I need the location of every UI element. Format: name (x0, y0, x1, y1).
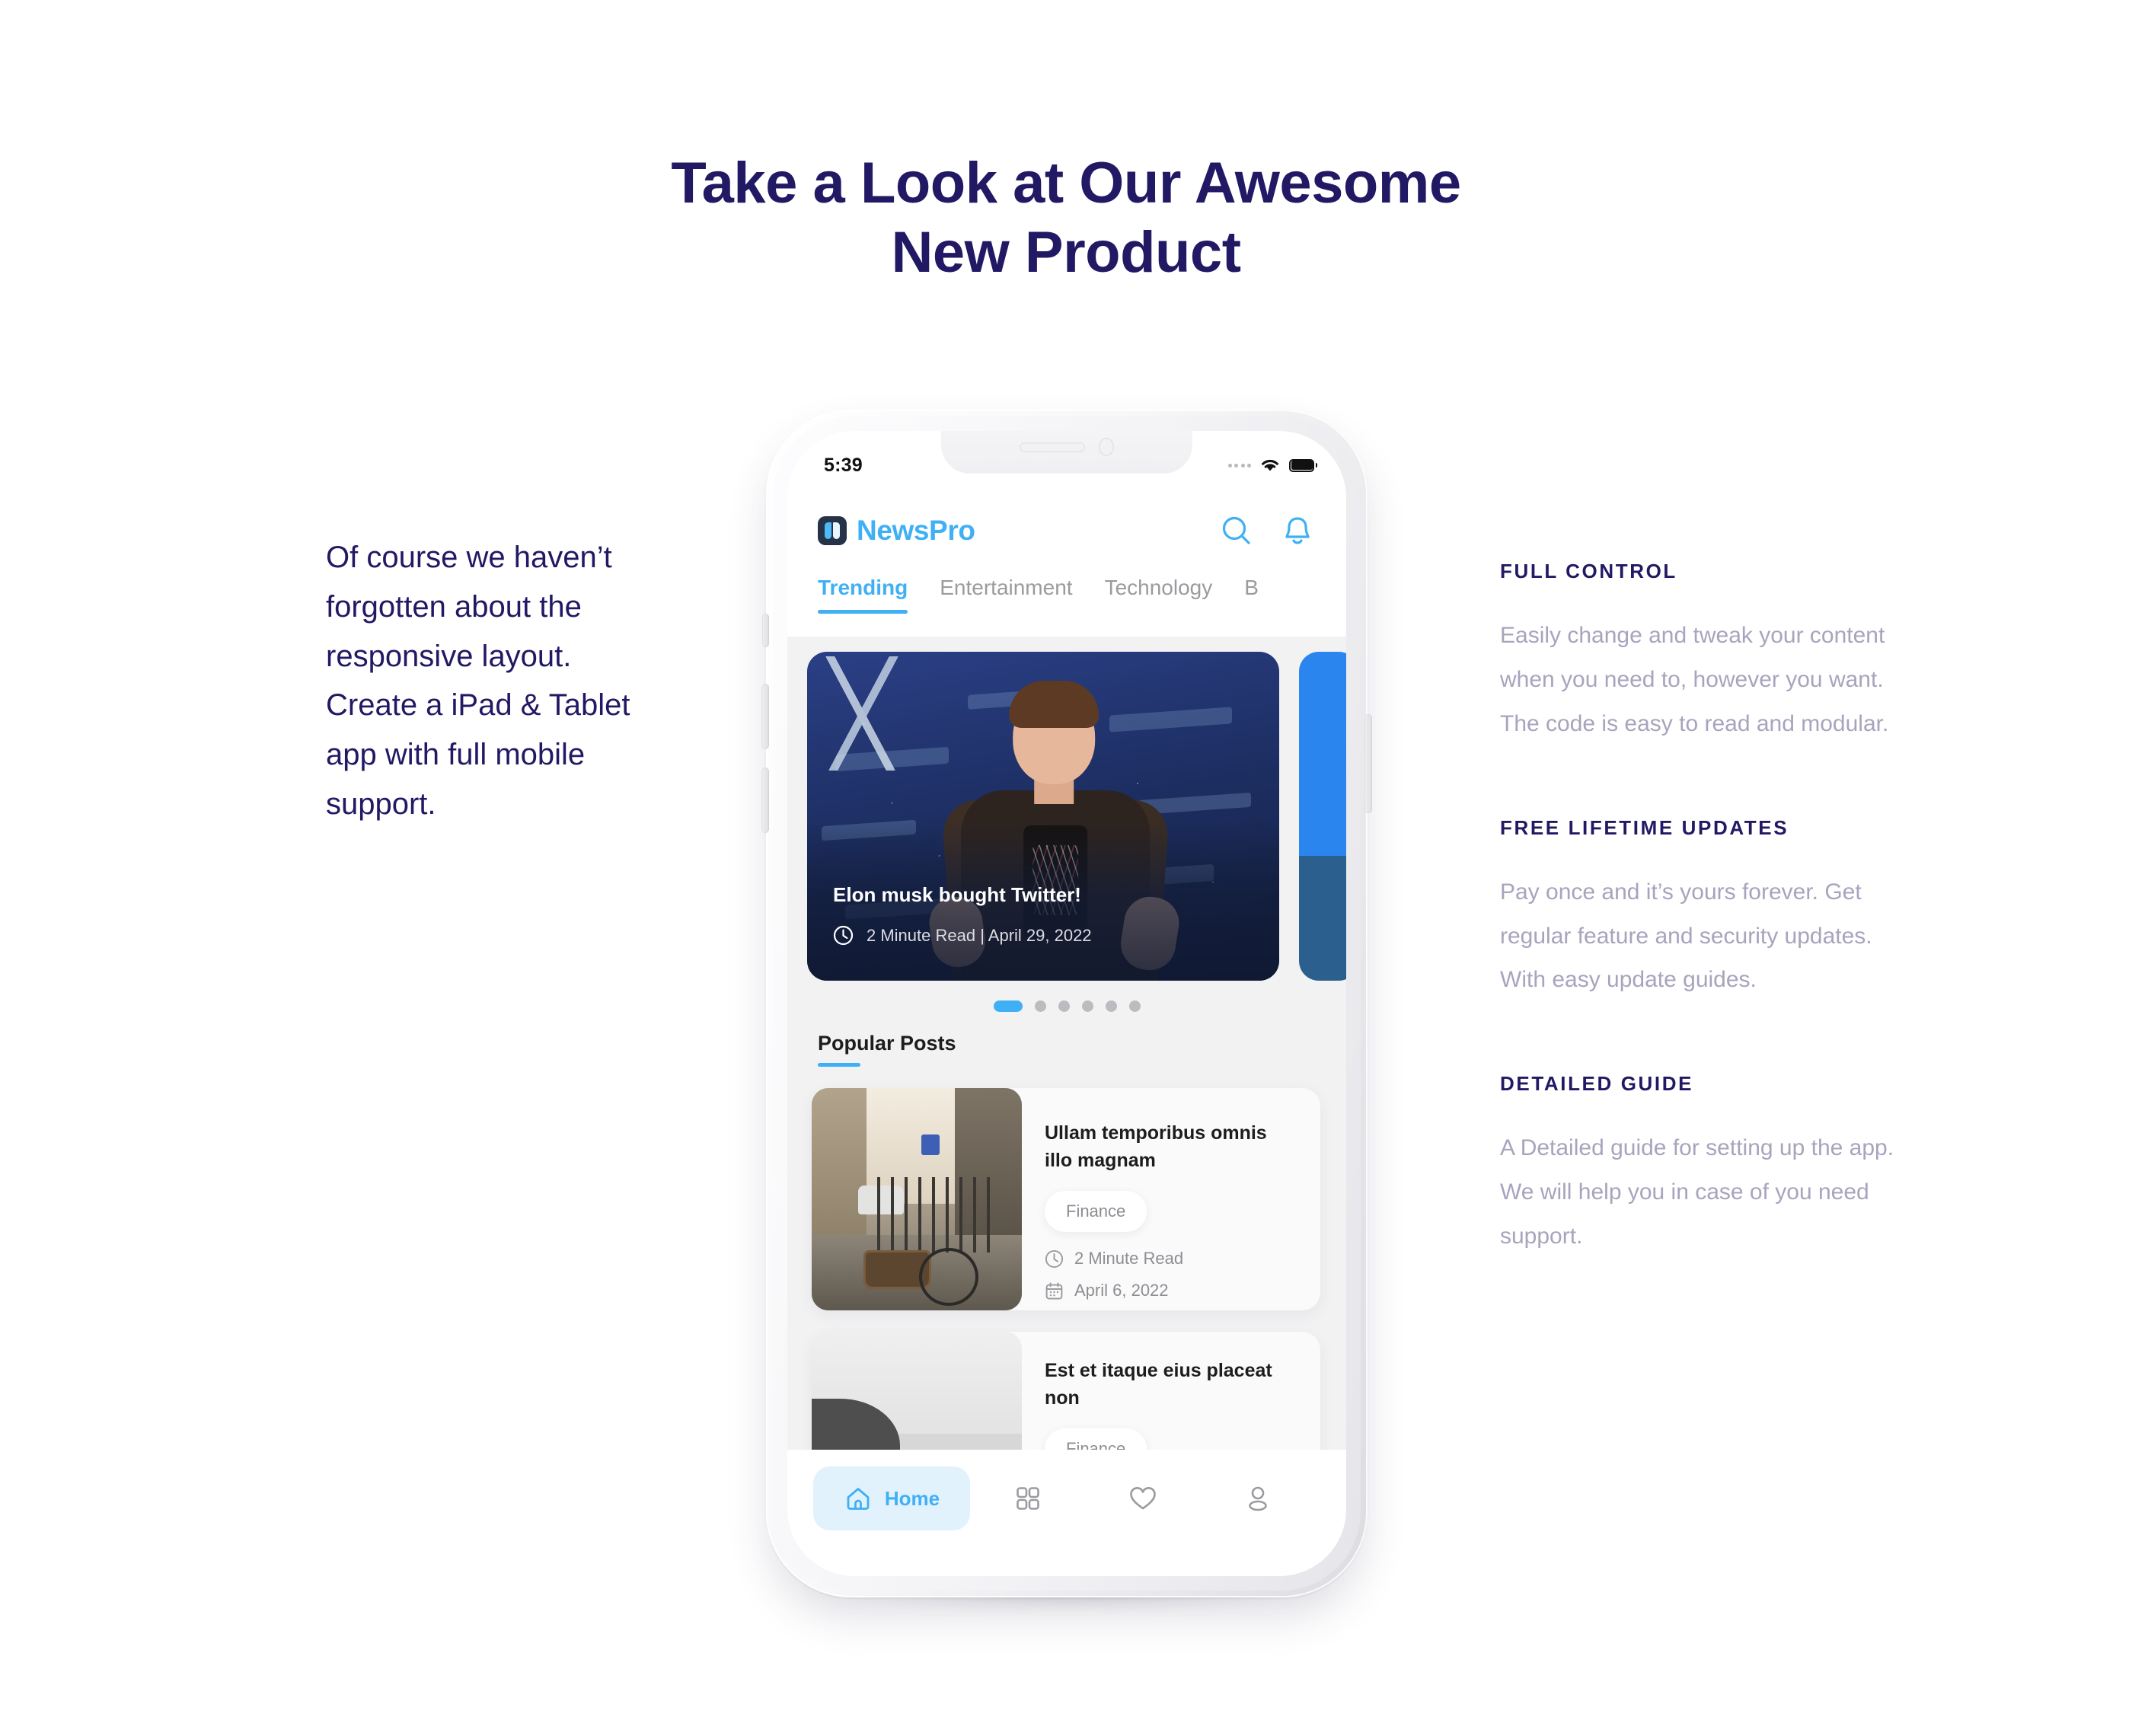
tab-trending[interactable]: Trending (818, 576, 908, 614)
phone-notch (941, 431, 1192, 474)
carousel-dot[interactable] (1128, 1000, 1141, 1012)
landing-page-screenshot: Take a Look at Our Awesome New Product O… (0, 0, 2132, 1736)
home-icon (847, 1488, 870, 1510)
post-title: Ullam temporibus omnis illo magnam (1045, 1122, 1267, 1171)
front-camera-icon (1099, 438, 1114, 456)
phone-power-button[interactable] (1364, 714, 1372, 813)
carousel-dot[interactable] (1081, 1000, 1093, 1012)
feature-title: FULL CONTROL (1500, 560, 1677, 582)
feature-item-full-control: FULL CONTROL Easily change and tweak you… (1500, 560, 1904, 746)
hero-card[interactable]: Elon musk bought Twitter! 2 Minute Read … (807, 652, 1279, 981)
tab-entertainment[interactable]: Entertainment (940, 576, 1072, 614)
phone-volume-down-button[interactable] (761, 767, 769, 833)
carousel-dots (787, 1000, 1346, 1012)
bottom-navigation: Home (787, 1450, 1346, 1576)
left-description-block: Of course we haven’t forgotten about the… (326, 533, 653, 829)
post-thumbnail (812, 1088, 1022, 1310)
battery-full-icon (1289, 459, 1317, 472)
feature-body: Easily change and tweak your content whe… (1500, 623, 1889, 736)
phone-screen: 5:39 NewsPro Trending Entertainment Tech… (787, 431, 1346, 1576)
feature-item-free-lifetime-updates: FREE LIFETIME UPDATES Pay once and it’s … (1500, 816, 1904, 1003)
app-brand-name: NewsPro (857, 515, 975, 546)
hero-meta-text: 2 Minute Read | April 29, 2022 (867, 925, 1092, 945)
phone-silent-switch[interactable] (762, 614, 769, 647)
post-date-row: April 6, 2022 (1045, 1281, 1294, 1300)
calendar-icon (1045, 1281, 1063, 1300)
tab-technology[interactable]: Technology (1105, 576, 1213, 614)
status-indicators (1227, 458, 1317, 473)
app-brand[interactable]: NewsPro (818, 515, 975, 547)
page-title-line-2: New Product (891, 220, 1242, 286)
feature-title: FREE LIFETIME UPDATES (1500, 815, 1789, 839)
hero-title: Elon musk bought Twitter! (833, 883, 1081, 906)
feature-title: DETAILED GUIDE (1500, 1072, 1694, 1096)
page-title: Take a Look at Our Awesome New Product (0, 148, 2132, 287)
carousel-dot[interactable] (1034, 1000, 1046, 1012)
post-read-time-row: 2 Minute Read (1045, 1249, 1294, 1268)
heart-icon (1130, 1487, 1156, 1510)
bell-icon[interactable] (1282, 514, 1313, 547)
nav-item-home-label: Home (884, 1486, 940, 1510)
post-meta: 2 Minute Read April 6, 2022 (1045, 1249, 1294, 1300)
search-icon[interactable] (1220, 514, 1253, 547)
post-info: Ullam temporibus omnis illo magnam Finan… (1022, 1088, 1320, 1310)
header-actions (1220, 514, 1313, 547)
post-read-time: 2 Minute Read (1074, 1249, 1184, 1268)
post-date: April 6, 2022 (1074, 1281, 1169, 1300)
wifi-icon (1262, 459, 1278, 471)
phone-volume-up-button[interactable] (761, 684, 769, 749)
category-tabs: Trending Entertainment Technology B (787, 576, 1346, 637)
clock-icon (833, 925, 854, 946)
feature-item-detailed-guide: DETAILED GUIDE A Detailed guide for sett… (1500, 1072, 1904, 1259)
clock-icon (1045, 1249, 1064, 1268)
post-title: Est et itaque eius placeat non (1045, 1360, 1272, 1409)
hero-meta: 2 Minute Read | April 29, 2022 (833, 925, 1256, 946)
left-description-text: Of course we haven’t forgotten about the… (326, 541, 630, 821)
feature-body: Pay once and it’s yours forever. Get reg… (1500, 879, 1872, 993)
app-content: Elon musk bought Twitter! 2 Minute Read … (787, 635, 1346, 1576)
popular-posts-heading: Popular Posts (818, 1032, 956, 1067)
hero-caption: Elon musk bought Twitter! 2 Minute Read … (833, 883, 1256, 946)
earpiece-speaker-icon (1020, 442, 1085, 452)
newspro-logo-icon (818, 516, 847, 545)
nav-item-categories[interactable] (970, 1466, 1085, 1530)
nav-item-favorites[interactable] (1085, 1466, 1200, 1530)
hero-next-card-preview[interactable] (1299, 652, 1346, 981)
post-tag[interactable]: Finance (1045, 1191, 1147, 1232)
page-title-line-1: Take a Look at Our Awesome (671, 151, 1461, 215)
signal-dots-icon (1227, 463, 1251, 468)
grid-icon (1016, 1487, 1039, 1510)
section-underline (818, 1063, 860, 1067)
status-time: 5:39 (824, 454, 863, 476)
app-header: NewsPro (787, 486, 1346, 576)
feature-body: A Detailed guide for setting up the app.… (1500, 1135, 1894, 1249)
carousel-dot[interactable] (1105, 1000, 1117, 1012)
carousel-dot-active[interactable] (993, 1000, 1023, 1012)
carousel-dot[interactable] (1058, 1000, 1070, 1012)
phone-mockup: 5:39 NewsPro Trending Entertainment Tech… (761, 410, 1372, 1608)
hero-carousel: Elon musk bought Twitter! 2 Minute Read … (787, 652, 1346, 981)
tab-business[interactable]: B (1244, 576, 1259, 614)
person-icon (1249, 1486, 1268, 1511)
nav-item-home[interactable]: Home (813, 1466, 970, 1530)
section-title: Popular Posts (818, 1032, 956, 1055)
nav-item-profile[interactable] (1201, 1466, 1316, 1530)
feature-list: FULL CONTROL Easily change and tweak you… (1500, 560, 1904, 1259)
post-card[interactable]: Ullam temporibus omnis illo magnam Finan… (812, 1088, 1320, 1310)
hero-truss-structure (816, 656, 908, 771)
